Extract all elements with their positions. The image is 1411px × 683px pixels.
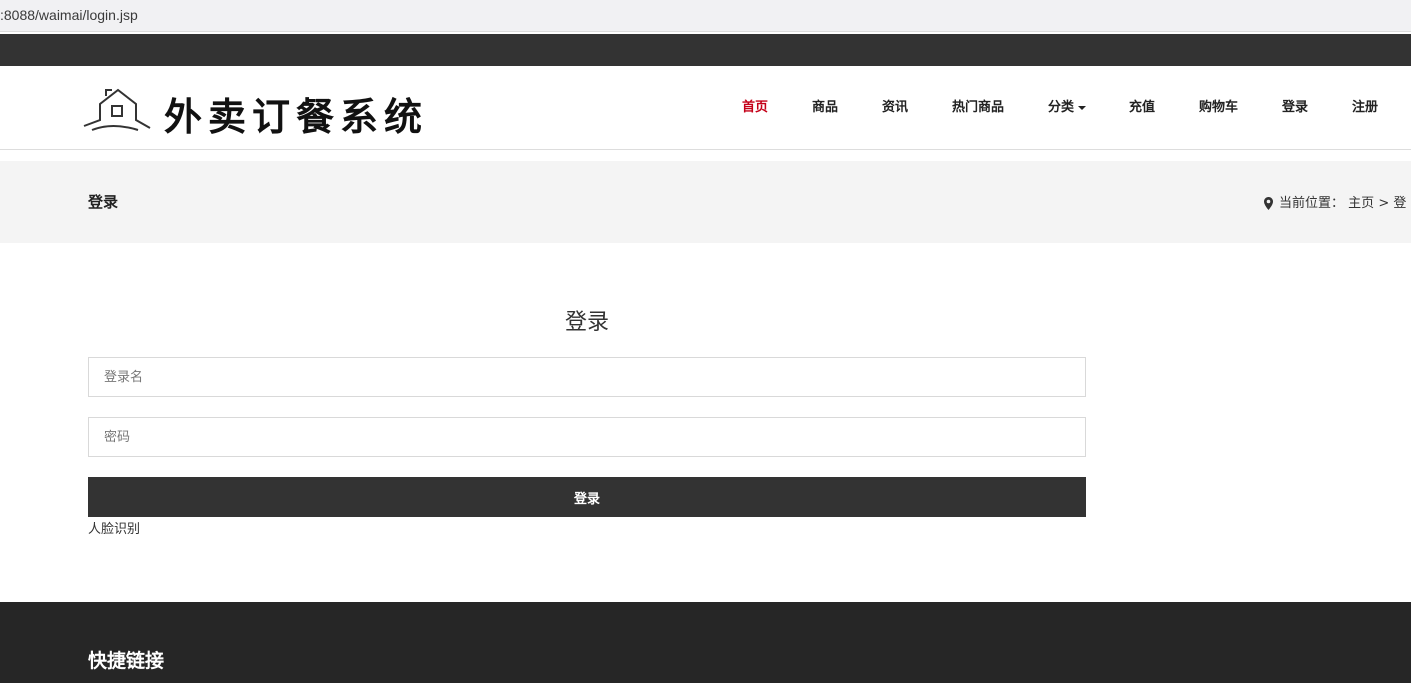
breadcrumb: 当前位置： 主页 > 登 [1264,192,1406,211]
nav-cart[interactable]: 购物车 [1199,96,1238,115]
login-form-title: 登录 [564,310,609,335]
nav-login[interactable]: 登录 [1282,96,1308,115]
map-pin-icon [1264,197,1273,210]
caret-down-icon [1078,105,1087,110]
nav-category-label: 分类 [1048,100,1075,115]
browser-address-bar[interactable]: :8088/waimai/login.jsp [0,0,1411,32]
footer-quick-links-title: 快捷链接 [88,650,165,672]
login-button[interactable]: 登录 [88,477,1086,517]
page-title: 登录 [88,193,119,211]
site-header: 外卖订餐系统 首页 商品 资讯 热门商品 分类 充值 购物车 登录 注册 [0,66,1411,150]
nav-recharge[interactable]: 充值 [1129,96,1155,115]
face-recognition-link[interactable]: 人脸识别 [88,518,140,537]
nav-category[interactable]: 分类 [1048,96,1087,115]
breadcrumb-home[interactable]: 主页 [1348,196,1374,211]
page-title-band: 登录 当前位置： 主页 > 登 [0,161,1411,243]
breadcrumb-prefix: 当前位置： [1279,196,1345,211]
username-input[interactable] [88,357,1086,397]
nav-home[interactable]: 首页 [742,96,768,115]
breadcrumb-current: 登 [1393,196,1407,211]
site-footer: 快捷链接 [0,602,1411,683]
nav-hot-products[interactable]: 热门商品 [952,96,1004,115]
nav-products[interactable]: 商品 [812,96,838,115]
nav-news[interactable]: 资讯 [882,96,908,115]
password-input[interactable] [88,417,1086,457]
nav-register[interactable]: 注册 [1352,96,1378,115]
top-bar [0,34,1411,66]
main-nav: 首页 商品 资讯 热门商品 分类 充值 购物车 登录 注册 [0,66,1411,150]
breadcrumb-separator: > [1378,196,1390,211]
url-text[interactable]: :8088/waimai/login.jsp [0,7,138,23]
